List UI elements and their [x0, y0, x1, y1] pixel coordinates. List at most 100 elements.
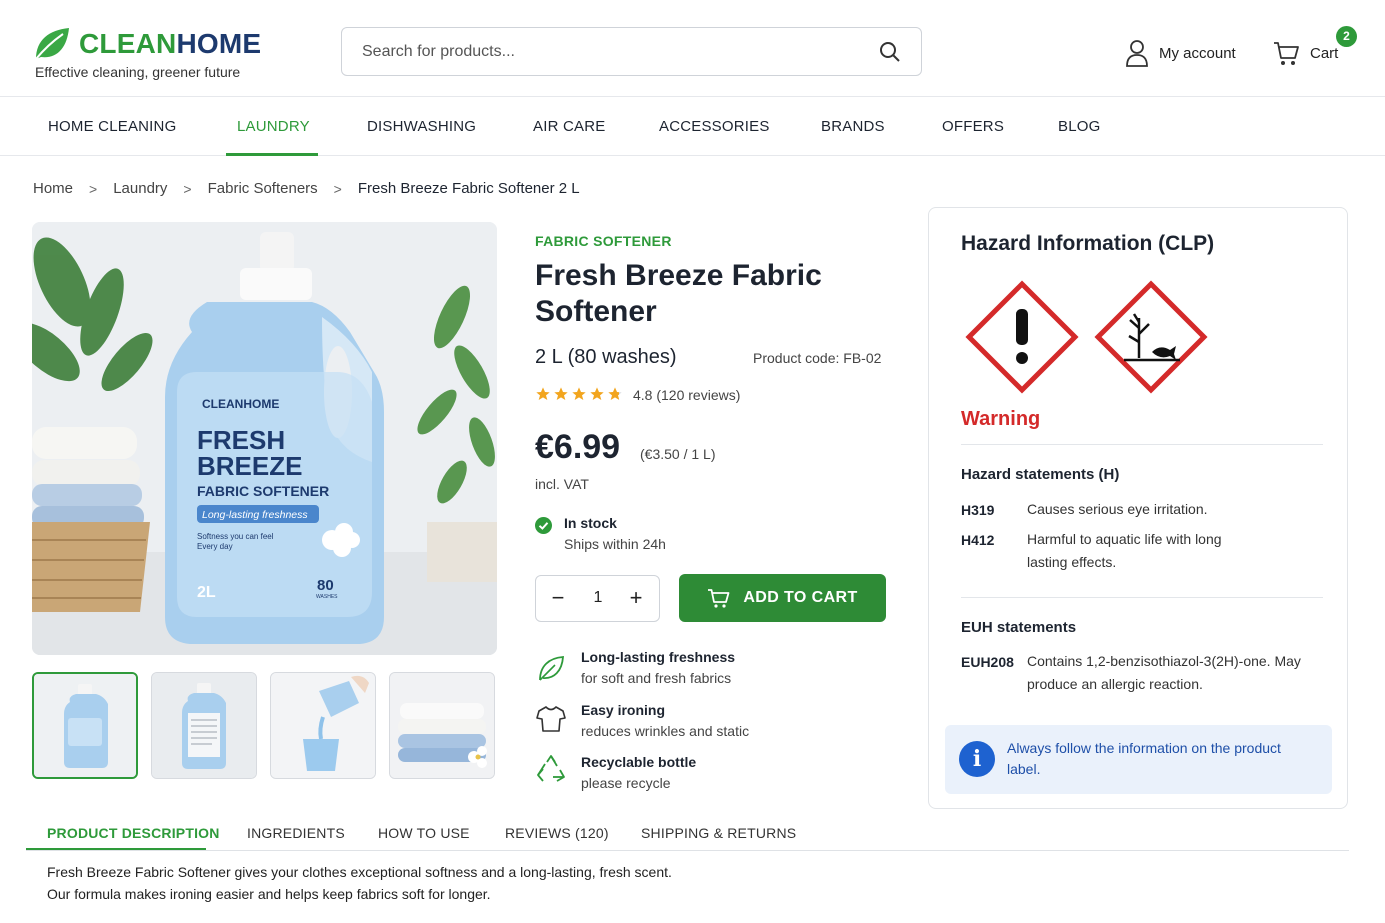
product-photo: CLEANHOME FRESH BREEZE FABRIC SOFTENER L…	[32, 222, 497, 655]
thumbnail-bottle-front	[34, 674, 136, 777]
cart-icon	[708, 589, 730, 608]
description-line: Fresh Breeze Fabric Softener gives your …	[47, 864, 672, 880]
product-category: FABRIC SOFTENER	[535, 233, 672, 249]
add-to-cart-label: ADD TO CART	[743, 589, 858, 606]
product-description: Fresh Breeze Fabric Softener gives your …	[47, 861, 847, 905]
brand-logo[interactable]: CLEANHOME Effective cleaning, greener fu…	[33, 24, 293, 84]
label-info-note: i Always follow the information on the p…	[945, 725, 1332, 794]
brand-tagline: Effective cleaning, greener future	[35, 64, 241, 80]
search-icon[interactable]	[879, 41, 901, 63]
brand-name: CLEANHOME	[79, 28, 262, 59]
bottle-brand-text: CLEANHOME	[202, 397, 279, 411]
feature-subtitle: for soft and fresh fabrics	[581, 670, 732, 686]
cart-count-badge: 2	[1336, 26, 1357, 47]
minus-icon[interactable]: −	[546, 586, 570, 610]
add-to-cart-button[interactable]: ADD TO CART	[679, 574, 886, 622]
hazard-statements-heading: Hazard statements (H)	[961, 466, 1120, 483]
shirt-icon	[536, 706, 566, 732]
euh-text: Contains 1,2-benzisothiazol-3(2H)-one. M…	[1027, 653, 1301, 692]
bottle-washes-text: 80	[317, 577, 334, 594]
product-price: €6.99	[535, 428, 621, 466]
tabs-divider	[26, 850, 1349, 851]
unit-price: (€3.50 / 1 L)	[640, 446, 716, 462]
nav-home-cleaning[interactable]: HOME CLEANING	[48, 97, 176, 156]
hazard-text: Harmful to aquatic life with long lastin…	[1027, 531, 1222, 570]
feature-title: Recyclable bottle	[581, 754, 697, 770]
thumbnail-3[interactable]	[270, 672, 376, 779]
nav-active-indicator	[226, 153, 318, 156]
quantity-value[interactable]: 1	[586, 589, 610, 607]
bottle-ribbon-text: Long-lasting freshness	[202, 509, 308, 521]
nav-offers[interactable]: OFFERS	[942, 97, 1004, 156]
star-icon	[590, 387, 604, 400]
account-label: My account	[1159, 44, 1236, 62]
exclamation-mark-pictogram-icon	[965, 280, 1079, 394]
product-size: 2 L (80 washes)	[535, 346, 677, 368]
feature-subtitle: please recycle	[581, 775, 671, 791]
description-line: Our formula makes ironing easier and hel…	[47, 886, 491, 902]
search-bar	[341, 27, 922, 76]
bottle-washes-unit-text: WASHES	[316, 594, 338, 600]
star-icon	[554, 387, 568, 400]
stock-status: In stock	[564, 515, 617, 531]
divider	[961, 597, 1323, 598]
chevron-right-icon: >	[183, 180, 192, 197]
environment-pictogram-icon	[1094, 280, 1208, 394]
thumbnail-towels	[390, 673, 494, 778]
hazard-panel: Hazard Information (CLP) Warning Hazard …	[928, 207, 1348, 809]
shipping-note: Ships within 24h	[564, 536, 666, 552]
search-input[interactable]	[362, 40, 862, 64]
breadcrumb-home[interactable]: Home	[33, 180, 73, 197]
thumbnail-4[interactable]	[389, 672, 495, 779]
recycle-icon	[537, 755, 565, 782]
tab-reviews[interactable]: REVIEWS (120)	[505, 825, 609, 841]
nav-accessories[interactable]: ACCESSORIES	[659, 97, 770, 156]
nav-blog[interactable]: BLOG	[1058, 97, 1100, 156]
star-icon	[536, 387, 550, 400]
thumbnail-pouring	[271, 673, 375, 778]
thumbnail-2[interactable]	[151, 672, 257, 779]
breadcrumb-laundry[interactable]: Laundry	[113, 180, 167, 197]
thumbnail-1[interactable]	[32, 672, 138, 779]
bottle-line3-text: FABRIC SOFTENER	[197, 483, 329, 499]
cart-icon	[1274, 42, 1299, 65]
bottle-small2-text: Every day	[197, 542, 233, 551]
tab-shipping-returns[interactable]: SHIPPING & RETURNS	[641, 825, 796, 841]
tab-ingredients[interactable]: INGREDIENTS	[247, 825, 345, 841]
divider	[961, 444, 1323, 445]
feature-subtitle: reduces wrinkles and static	[581, 723, 750, 739]
rating-stars	[535, 386, 623, 402]
nav-brands[interactable]: BRANDS	[821, 97, 885, 156]
plus-icon[interactable]: +	[624, 586, 648, 610]
leaf-logo-icon	[35, 28, 69, 60]
nav-dishwashing[interactable]: DISHWASHING	[367, 97, 476, 156]
main-nav: HOME CLEANING LAUNDRY DISHWASHING AIR CA…	[0, 97, 1385, 156]
nav-air-care[interactable]: AIR CARE	[533, 97, 605, 156]
my-account-link[interactable]: My account	[1125, 38, 1236, 68]
euh-code: EUH208	[961, 654, 1014, 670]
leaf-icon	[539, 656, 564, 681]
euh-statements-heading: EUH statements	[961, 619, 1077, 636]
bottle-volume-text: 2L	[197, 584, 216, 601]
check-circle-icon	[535, 517, 552, 534]
info-text: Always follow the information on the pro…	[1007, 740, 1281, 777]
feature-title: Long-lasting freshness	[581, 649, 736, 665]
user-icon	[1126, 40, 1148, 67]
nav-laundry[interactable]: LAUNDRY	[237, 97, 310, 156]
info-icon: i	[959, 741, 995, 777]
vat-note: incl. VAT	[535, 476, 589, 492]
tab-how-to-use[interactable]: HOW TO USE	[378, 825, 470, 841]
rating-text[interactable]: 4.8 (120 reviews)	[633, 387, 740, 403]
tab-product-description[interactable]: PRODUCT DESCRIPTION	[47, 825, 220, 841]
star-icon	[572, 387, 586, 400]
product-code: Product code: FB-02	[753, 350, 882, 366]
cart-label: Cart	[1310, 44, 1339, 62]
hazard-code: H412	[961, 532, 995, 548]
cart-link[interactable]: Cart	[1272, 38, 1338, 68]
hazard-text: Causes serious eye irritation.	[1027, 501, 1208, 517]
product-main-image[interactable]: CLEANHOME FRESH BREEZE FABRIC SOFTENER L…	[32, 222, 497, 655]
breadcrumb-current: Fresh Breeze Fabric Softener 2 L	[357, 180, 580, 197]
tab-active-indicator	[26, 848, 206, 850]
breadcrumb-fabric-softeners[interactable]: Fabric Softeners	[208, 180, 318, 197]
thumbnail-bottle-back	[152, 673, 256, 778]
